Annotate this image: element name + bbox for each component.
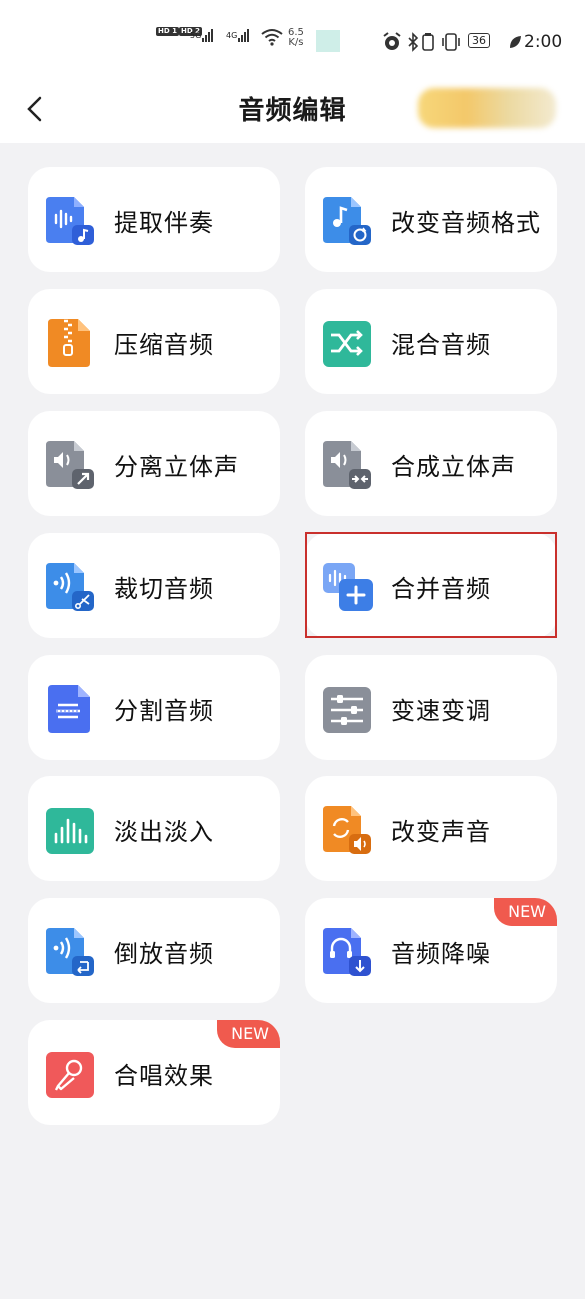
speed-unit: K/s (288, 37, 304, 48)
tool-card-fade-in-out[interactable]: 淡出淡入 (28, 776, 280, 881)
convert-format-icon (321, 195, 373, 247)
denoise-icon (321, 926, 373, 978)
merge-stereo-icon (321, 439, 373, 491)
waveform-icon (44, 804, 96, 856)
notification-icon (316, 30, 340, 52)
tool-card-denoise[interactable]: NEW 音频降噪 (305, 898, 557, 1003)
tool-card-chorus-effect[interactable]: NEW 合唱效果 (28, 1020, 280, 1125)
tool-card-change-voice[interactable]: 改变声音 (305, 776, 557, 881)
battery-level: 36 (472, 34, 486, 47)
tool-label: 合成立体声 (391, 453, 516, 481)
tool-label: 合唱效果 (114, 1062, 214, 1090)
nav-bar: 音频编辑 (0, 80, 585, 138)
tool-card-convert-format[interactable]: 改变音频格式 (305, 167, 557, 272)
tool-label: 音频降噪 (391, 940, 491, 968)
zip-icon (44, 317, 96, 369)
top-bar: HD 1 HD 2 5G 4G 6.5 K/s 36 2:00 音频编辑 (0, 0, 585, 143)
microphone-icon (44, 1048, 96, 1100)
tool-label: 混合音频 (391, 331, 491, 359)
split-stereo-icon (44, 439, 96, 491)
sliders-icon (321, 683, 373, 735)
hd1-label: HD 1 (156, 27, 179, 36)
tool-label: 提取伴奏 (114, 209, 214, 237)
cut-audio-icon (44, 561, 96, 613)
vibrate-icon (440, 32, 462, 52)
tool-card-speed-pitch[interactable]: 变速变调 (305, 655, 557, 760)
tool-card-extract-accompaniment[interactable]: 提取伴奏 (28, 167, 280, 272)
tool-label: 改变声音 (391, 818, 491, 846)
tool-card-split-stereo[interactable]: 分离立体声 (28, 411, 280, 516)
shuffle-icon (321, 317, 373, 369)
wifi-icon (260, 28, 284, 46)
signal-5g-icon: 5G (190, 28, 214, 42)
signal-4g-icon: 4G (226, 28, 250, 42)
blurred-account-area (418, 88, 556, 128)
leaf-icon (508, 34, 522, 50)
net2-label: 4G (226, 30, 238, 40)
alarm-icon (382, 32, 402, 52)
selection-highlight (305, 532, 557, 638)
tool-label: 倒放音频 (114, 940, 214, 968)
tool-label: 分割音频 (114, 697, 214, 725)
new-badge: NEW (217, 1020, 280, 1048)
tool-label: 分离立体声 (114, 453, 239, 481)
extract-accompaniment-icon (44, 195, 96, 247)
tool-label: 变速变调 (391, 697, 491, 725)
tool-card-cut-audio[interactable]: 裁切音频 (28, 533, 280, 638)
change-voice-icon (321, 804, 373, 856)
tool-label: 压缩音频 (114, 331, 214, 359)
clock: 2:00 (524, 32, 563, 52)
tool-card-split-audio[interactable]: 分割音频 (28, 655, 280, 760)
network-speed: 6.5 K/s (288, 28, 304, 48)
tool-label: 裁切音频 (114, 575, 214, 603)
tool-label: 淡出淡入 (114, 818, 214, 846)
sim-icon (422, 32, 434, 52)
status-bar: HD 1 HD 2 5G 4G 6.5 K/s 36 2:00 (0, 24, 585, 64)
reverse-audio-icon (44, 926, 96, 978)
tool-card-reverse-audio[interactable]: 倒放音频 (28, 898, 280, 1003)
tool-card-compress-audio[interactable]: 压缩音频 (28, 289, 280, 394)
tool-card-merge-stereo[interactable]: 合成立体声 (305, 411, 557, 516)
net1-label: 5G (190, 30, 202, 40)
battery-icon: 36 (468, 33, 490, 48)
tool-card-mix-audio[interactable]: 混合音频 (305, 289, 557, 394)
tool-label: 改变音频格式 (391, 209, 541, 237)
bluetooth-icon (406, 32, 420, 52)
new-badge: NEW (494, 898, 557, 926)
split-audio-icon (44, 683, 96, 735)
